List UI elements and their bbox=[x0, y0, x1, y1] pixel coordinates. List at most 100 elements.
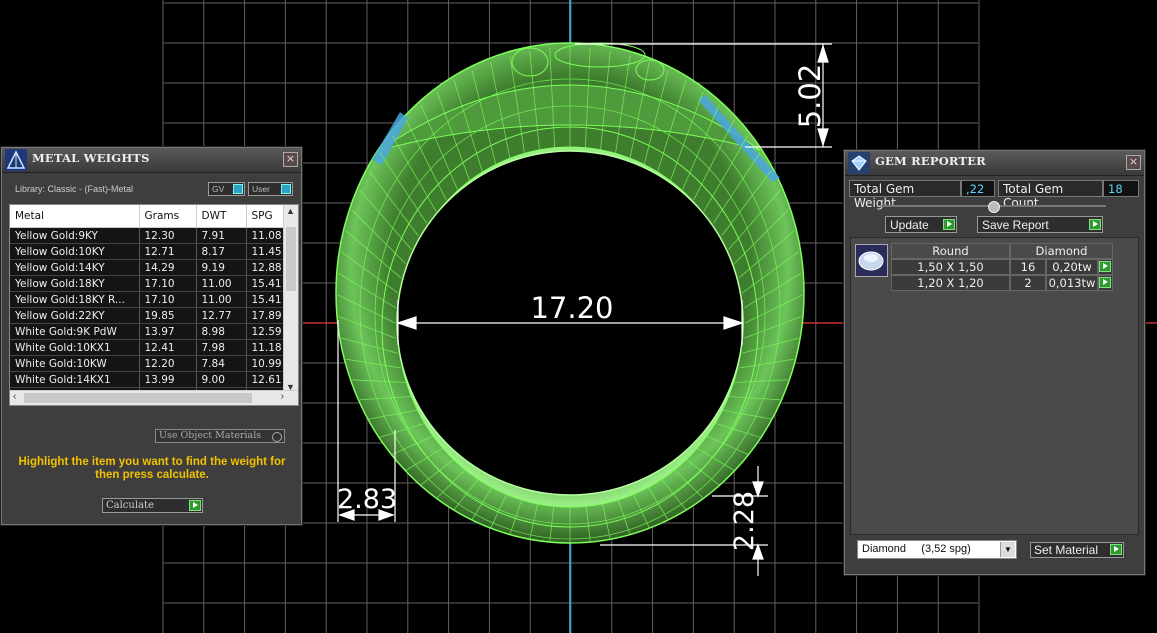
gem-reporter-titlebar[interactable]: GEM REPORTER × bbox=[845, 151, 1144, 176]
gem-row-weight[interactable]: 0,20tw bbox=[1046, 259, 1098, 275]
metal-row[interactable]: White Gold:10KW 12.20 7.84 10.99 bbox=[10, 355, 288, 372]
metal-cell[interactable]: 7.84 bbox=[196, 355, 247, 372]
metal-cell[interactable]: 17.89 bbox=[246, 307, 288, 324]
metal-row[interactable]: Yellow Gold:18KY 17.10 11.00 15.41 bbox=[10, 275, 288, 292]
metal-cell[interactable]: 10.99 bbox=[246, 355, 288, 372]
play-icon bbox=[1099, 261, 1111, 272]
metal-cell[interactable]: Yellow Gold:18KY R... bbox=[10, 291, 140, 308]
metal-cell[interactable]: White Gold:9K PdW bbox=[10, 323, 140, 340]
metal-cell[interactable]: 13.99 bbox=[139, 371, 197, 388]
update-label: Update bbox=[890, 218, 929, 232]
metal-cell[interactable]: 11.08 bbox=[246, 227, 288, 244]
metal-weights-title: METAL WEIGHTS bbox=[32, 151, 150, 165]
gem-row-size[interactable]: 1,20 X 1,20 bbox=[891, 275, 1010, 291]
metal-column-header[interactable]: Metal bbox=[10, 205, 140, 228]
scroll-up-icon[interactable]: ▲ bbox=[286, 206, 295, 216]
metal-cell[interactable]: 14.29 bbox=[139, 259, 197, 276]
gv-toggle[interactable]: GV bbox=[208, 182, 245, 196]
metal-row[interactable]: White Gold:14KX1 13.99 9.00 12.61 bbox=[10, 371, 288, 388]
metal-cell[interactable]: 12.61 bbox=[246, 371, 288, 388]
metal-weights-icon bbox=[5, 149, 27, 171]
scroll-right-icon[interactable]: › bbox=[281, 391, 284, 402]
metal-cell[interactable]: 8.98 bbox=[196, 323, 247, 340]
total-gem-count-label: Total Gem Count bbox=[998, 180, 1103, 210]
close-icon[interactable]: × bbox=[1126, 155, 1141, 170]
vscroll-thumb[interactable] bbox=[286, 227, 296, 291]
metal-table[interactable]: Metal Grams DWT SPG Yellow Gold:9KY 12.30 7.9… bbox=[9, 204, 299, 406]
gem-row-size[interactable]: 1,50 X 1,50 bbox=[891, 259, 1010, 275]
metal-cell[interactable]: 7.91 bbox=[196, 227, 247, 244]
user-toggle[interactable]: User bbox=[248, 182, 293, 196]
report-slider-knob[interactable] bbox=[988, 201, 1000, 213]
metal-row[interactable]: White Gold:10KX1 12.41 7.98 11.18 bbox=[10, 339, 288, 356]
metal-row[interactable]: Yellow Gold:10KY 12.71 8.17 11.45 bbox=[10, 243, 288, 260]
gem-row-go-button[interactable] bbox=[1098, 259, 1113, 275]
gem-reporter-title: GEM REPORTER bbox=[875, 154, 986, 168]
metal-cell[interactable]: 12.71 bbox=[139, 243, 197, 260]
metal-cell[interactable]: 11.18 bbox=[246, 339, 288, 356]
gem-row-weight[interactable]: 0,013tw bbox=[1046, 275, 1098, 291]
metal-cell[interactable]: 12.77 bbox=[196, 307, 247, 324]
calculate-button[interactable]: Calculate bbox=[102, 498, 203, 513]
update-button[interactable]: Update bbox=[885, 216, 957, 233]
metal-cell[interactable]: White Gold:10KW bbox=[10, 355, 140, 372]
metal-cell[interactable]: 11.00 bbox=[196, 275, 247, 292]
metal-weights-titlebar[interactable]: METAL WEIGHTS × bbox=[2, 148, 301, 173]
metal-cell[interactable]: 9.00 bbox=[196, 371, 247, 388]
metal-cell[interactable]: 15.41 bbox=[246, 275, 288, 292]
metal-column-header[interactable]: SPG bbox=[246, 205, 288, 228]
metal-cell[interactable]: 11.00 bbox=[196, 291, 247, 308]
metal-cell[interactable]: Yellow Gold:22KY bbox=[10, 307, 140, 324]
scroll-left-icon[interactable]: ‹ bbox=[13, 391, 16, 402]
close-icon[interactable]: × bbox=[283, 152, 298, 167]
metal-row[interactable]: Yellow Gold:9KY 12.30 7.91 11.08 bbox=[10, 227, 288, 244]
gem-row-go-button[interactable] bbox=[1098, 275, 1113, 291]
metal-cell[interactable]: 19.85 bbox=[139, 307, 197, 324]
metal-cell[interactable]: 12.41 bbox=[139, 339, 197, 356]
metal-cell[interactable]: 17.10 bbox=[139, 291, 197, 308]
gem-row-count[interactable]: 16 bbox=[1010, 259, 1046, 275]
metal-cell[interactable]: Yellow Gold:14KY bbox=[10, 259, 140, 276]
metal-table-hscroll[interactable]: ‹ › bbox=[10, 390, 298, 405]
material-select[interactable]: Diamond (3,52 spg) ▼ bbox=[857, 540, 1017, 559]
set-material-button[interactable]: Set Material bbox=[1030, 542, 1124, 558]
gem-list[interactable]: Round Diamond 1,50 X 1,50 16 0,20tw 1,20… bbox=[850, 237, 1139, 535]
gem-material-header: Diamond bbox=[1010, 243, 1113, 259]
gem-row-count[interactable]: 2 bbox=[1010, 275, 1046, 291]
chevron-down-icon[interactable]: ▼ bbox=[1000, 542, 1015, 557]
metal-cell[interactable]: 12.30 bbox=[139, 227, 197, 244]
play-icon bbox=[189, 500, 201, 511]
use-object-materials-toggle[interactable]: Use Object Materials bbox=[155, 429, 285, 443]
metal-cell[interactable]: Yellow Gold:9KY bbox=[10, 227, 140, 244]
dim-top-height: 5.02 bbox=[793, 64, 827, 129]
metal-row[interactable]: White Gold:9K PdW 13.97 8.98 12.59 bbox=[10, 323, 288, 340]
metal-column-header[interactable]: Grams bbox=[139, 205, 197, 228]
metal-column-header[interactable]: DWT bbox=[196, 205, 247, 228]
metal-cell[interactable]: 12.88 bbox=[246, 259, 288, 276]
metal-cell[interactable]: 12.59 bbox=[246, 323, 288, 340]
metal-row[interactable]: Yellow Gold:22KY 19.85 12.77 17.89 bbox=[10, 307, 288, 324]
metal-cell[interactable]: Yellow Gold:10KY bbox=[10, 243, 140, 260]
play-icon bbox=[1089, 219, 1101, 230]
save-report-label: Save Report bbox=[982, 218, 1049, 232]
metal-cell[interactable]: White Gold:10KX1 bbox=[10, 339, 140, 356]
metal-row[interactable]: Yellow Gold:18KY R... 17.10 11.00 15.41 bbox=[10, 291, 288, 308]
metal-row[interactable]: Yellow Gold:14KY 14.29 9.19 12.88 bbox=[10, 259, 288, 276]
metal-cell[interactable]: 11.45 bbox=[246, 243, 288, 260]
play-icon bbox=[1110, 544, 1122, 555]
metal-cell[interactable]: Yellow Gold:18KY bbox=[10, 275, 140, 292]
metal-table-vscroll[interactable]: ▲ ▼ bbox=[283, 205, 298, 393]
metal-cell[interactable]: 15.41 bbox=[246, 291, 288, 308]
metal-cell[interactable]: 7.98 bbox=[196, 339, 247, 356]
metal-cell[interactable]: 8.17 bbox=[196, 243, 247, 260]
metal-cell[interactable]: 9.19 bbox=[196, 259, 247, 276]
round-diamond-icon[interactable] bbox=[855, 244, 888, 277]
metal-cell[interactable]: 17.10 bbox=[139, 275, 197, 292]
gem-shape-header: Round bbox=[891, 243, 1010, 259]
metal-cell[interactable]: 12.20 bbox=[139, 355, 197, 372]
hscroll-thumb[interactable] bbox=[24, 393, 252, 403]
metal-cell[interactable]: 13.97 bbox=[139, 323, 197, 340]
material-select-value: Diamond (3,52 spg) bbox=[862, 543, 971, 555]
metal-cell[interactable]: White Gold:14KX1 bbox=[10, 371, 140, 388]
save-report-button[interactable]: Save Report bbox=[977, 216, 1103, 233]
